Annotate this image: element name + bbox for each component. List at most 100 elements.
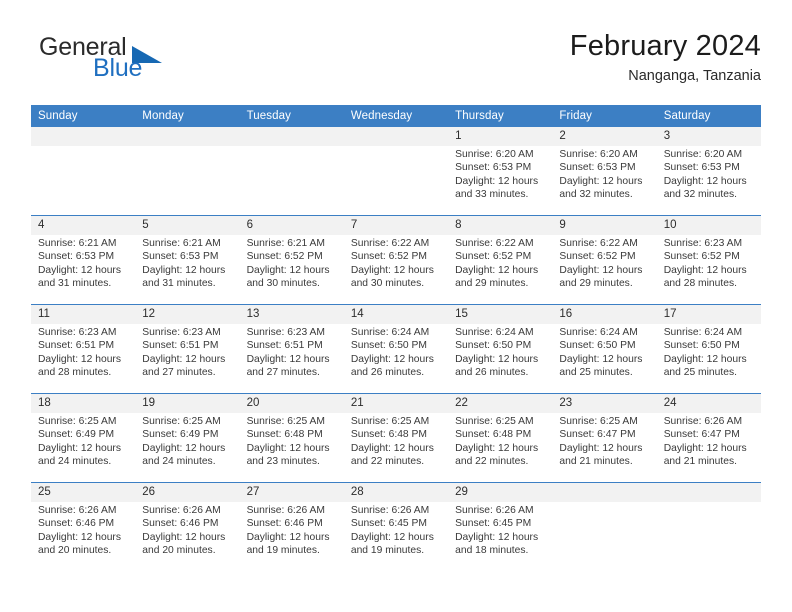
day-number-cell[interactable]: 22: [448, 393, 553, 413]
day-info-cell: Sunrise: 6:21 AM Sunset: 6:52 PM Dayligh…: [239, 235, 344, 305]
sunset-text: Sunset: 6:48 PM: [455, 429, 532, 441]
daylight-text: Daylight: 12 hours and 32 minutes.: [559, 175, 643, 201]
daylight-text: Daylight: 12 hours and 18 minutes.: [455, 531, 539, 557]
weekday-header-saturday: Saturday: [656, 105, 761, 127]
daylight-text: Daylight: 12 hours and 19 minutes.: [350, 531, 434, 557]
sunset-text: Sunset: 6:53 PM: [142, 251, 219, 263]
sunset-text: Sunset: 6:53 PM: [663, 162, 740, 174]
sunrise-text: Sunrise: 6:26 AM: [38, 505, 117, 516]
daylight-text: Daylight: 12 hours and 20 minutes.: [38, 531, 121, 557]
day-number-cell[interactable]: 27: [239, 482, 344, 502]
day-number-cell[interactable]: 28: [343, 482, 449, 502]
day-number-cell[interactable]: 20: [239, 393, 344, 413]
sunrise-text: Sunrise: 6:24 AM: [559, 327, 638, 338]
sunset-text: Sunset: 6:50 PM: [350, 340, 427, 352]
daylight-text: Daylight: 12 hours and 30 minutes.: [350, 264, 434, 290]
sunset-text: Sunset: 6:47 PM: [559, 429, 636, 441]
day-number-cell[interactable]: 26: [135, 482, 240, 502]
daylight-text: Daylight: 12 hours and 27 minutes.: [142, 353, 226, 379]
sunset-text: Sunset: 6:50 PM: [663, 340, 740, 352]
day-info-cell: Sunrise: 6:21 AM Sunset: 6:53 PM Dayligh…: [135, 235, 240, 305]
week-date-strip: 11 12 13 14 15 16 17: [31, 304, 761, 324]
day-number-cell[interactable]: 8: [448, 215, 553, 235]
daylight-text: Daylight: 12 hours and 32 minutes.: [663, 175, 747, 201]
sunrise-text: Sunrise: 6:21 AM: [142, 238, 221, 249]
day-info-cell: Sunrise: 6:21 AM Sunset: 6:53 PM Dayligh…: [31, 235, 136, 305]
brand-logo[interactable]: General Blue: [31, 32, 291, 90]
day-info-cell: Sunrise: 6:23 AM Sunset: 6:51 PM Dayligh…: [135, 324, 240, 394]
day-number-cell[interactable]: 17: [656, 304, 761, 324]
day-number-cell[interactable]: 10: [656, 215, 761, 235]
weekday-header-friday: Friday: [552, 105, 657, 127]
day-number-cell[interactable]: [343, 127, 449, 146]
daylight-text: Daylight: 12 hours and 31 minutes.: [142, 264, 226, 290]
weekday-header-tuesday: Tuesday: [239, 105, 344, 127]
sunrise-text: Sunrise: 6:24 AM: [350, 327, 430, 338]
day-info-cell: Sunrise: 6:25 AM Sunset: 6:48 PM Dayligh…: [239, 413, 344, 483]
sunset-text: Sunset: 6:52 PM: [455, 251, 532, 263]
weekday-header-thursday: Thursday: [448, 105, 553, 127]
daylight-text: Daylight: 12 hours and 21 minutes.: [559, 442, 643, 468]
day-number-cell[interactable]: 2: [552, 127, 657, 146]
day-number-cell[interactable]: 15: [448, 304, 553, 324]
day-number-cell[interactable]: 14: [343, 304, 449, 324]
day-number-cell[interactable]: 13: [239, 304, 344, 324]
day-info-cell: Sunrise: 6:23 AM Sunset: 6:51 PM Dayligh…: [239, 324, 344, 394]
day-number-cell[interactable]: [135, 127, 240, 146]
day-number-cell[interactable]: 4: [31, 215, 136, 235]
day-number-cell[interactable]: 7: [343, 215, 449, 235]
day-number-cell[interactable]: 11: [31, 304, 136, 324]
sunrise-text: Sunrise: 6:26 AM: [246, 505, 325, 516]
day-number-cell[interactable]: 6: [239, 215, 344, 235]
day-number-cell[interactable]: 9: [552, 215, 657, 235]
day-number-cell[interactable]: 3: [656, 127, 761, 146]
week-info-row: Sunrise: 6:23 AM Sunset: 6:51 PM Dayligh…: [31, 324, 761, 394]
sunrise-text: Sunrise: 6:22 AM: [350, 238, 430, 249]
sunrise-text: Sunrise: 6:22 AM: [455, 238, 534, 249]
day-number-cell[interactable]: 24: [656, 393, 761, 413]
day-info-cell: Sunrise: 6:26 AM Sunset: 6:45 PM Dayligh…: [448, 502, 553, 571]
day-info-cell: Sunrise: 6:22 AM Sunset: 6:52 PM Dayligh…: [343, 235, 449, 305]
day-info-cell: [343, 146, 449, 216]
day-number-cell[interactable]: 18: [31, 393, 136, 413]
day-number-cell[interactable]: [31, 127, 136, 146]
sunrise-text: Sunrise: 6:25 AM: [38, 416, 117, 427]
day-info-cell: [656, 502, 761, 571]
daylight-text: Daylight: 12 hours and 20 minutes.: [142, 531, 226, 557]
day-number-cell[interactable]: [239, 127, 344, 146]
day-number-cell[interactable]: 23: [552, 393, 657, 413]
sunset-text: Sunset: 6:53 PM: [559, 162, 636, 174]
sunset-text: Sunset: 6:50 PM: [559, 340, 636, 352]
day-number-cell: [552, 482, 657, 502]
day-number-cell[interactable]: 21: [343, 393, 449, 413]
daylight-text: Daylight: 12 hours and 31 minutes.: [38, 264, 121, 290]
sunrise-text: Sunrise: 6:23 AM: [663, 238, 743, 249]
sunset-text: Sunset: 6:51 PM: [246, 340, 323, 352]
day-info-cell: Sunrise: 6:24 AM Sunset: 6:50 PM Dayligh…: [552, 324, 657, 394]
sunrise-text: Sunrise: 6:22 AM: [559, 238, 638, 249]
day-info-cell: Sunrise: 6:25 AM Sunset: 6:49 PM Dayligh…: [135, 413, 240, 483]
day-number-cell[interactable]: 5: [135, 215, 240, 235]
daylight-text: Daylight: 12 hours and 24 minutes.: [38, 442, 121, 468]
sunrise-text: Sunrise: 6:26 AM: [350, 505, 430, 516]
day-number-cell[interactable]: 16: [552, 304, 657, 324]
day-info-cell: Sunrise: 6:20 AM Sunset: 6:53 PM Dayligh…: [552, 146, 657, 216]
day-number-cell[interactable]: 12: [135, 304, 240, 324]
day-number-cell[interactable]: 1: [448, 127, 553, 146]
day-info-cell: Sunrise: 6:23 AM Sunset: 6:52 PM Dayligh…: [656, 235, 761, 305]
sunset-text: Sunset: 6:46 PM: [38, 518, 115, 530]
daylight-text: Daylight: 12 hours and 23 minutes.: [246, 442, 330, 468]
calendar-body: 1 2 3 Sunrise: 6:20 AM Sunset: 6:53 PM D…: [31, 127, 761, 571]
daylight-text: Daylight: 12 hours and 25 minutes.: [663, 353, 747, 379]
day-info-cell: Sunrise: 6:22 AM Sunset: 6:52 PM Dayligh…: [448, 235, 553, 305]
day-number-cell[interactable]: 29: [448, 482, 553, 502]
sunset-text: Sunset: 6:46 PM: [246, 518, 323, 530]
day-number-cell[interactable]: 19: [135, 393, 240, 413]
sunset-text: Sunset: 6:47 PM: [663, 429, 740, 441]
week-info-row: Sunrise: 6:26 AM Sunset: 6:46 PM Dayligh…: [31, 502, 761, 571]
day-number-cell[interactable]: 25: [31, 482, 136, 502]
day-info-cell: [552, 502, 657, 571]
sunset-text: Sunset: 6:45 PM: [350, 518, 427, 530]
week-date-strip: 4 5 6 7 8 9 10: [31, 215, 761, 235]
sunrise-text: Sunrise: 6:23 AM: [38, 327, 117, 338]
